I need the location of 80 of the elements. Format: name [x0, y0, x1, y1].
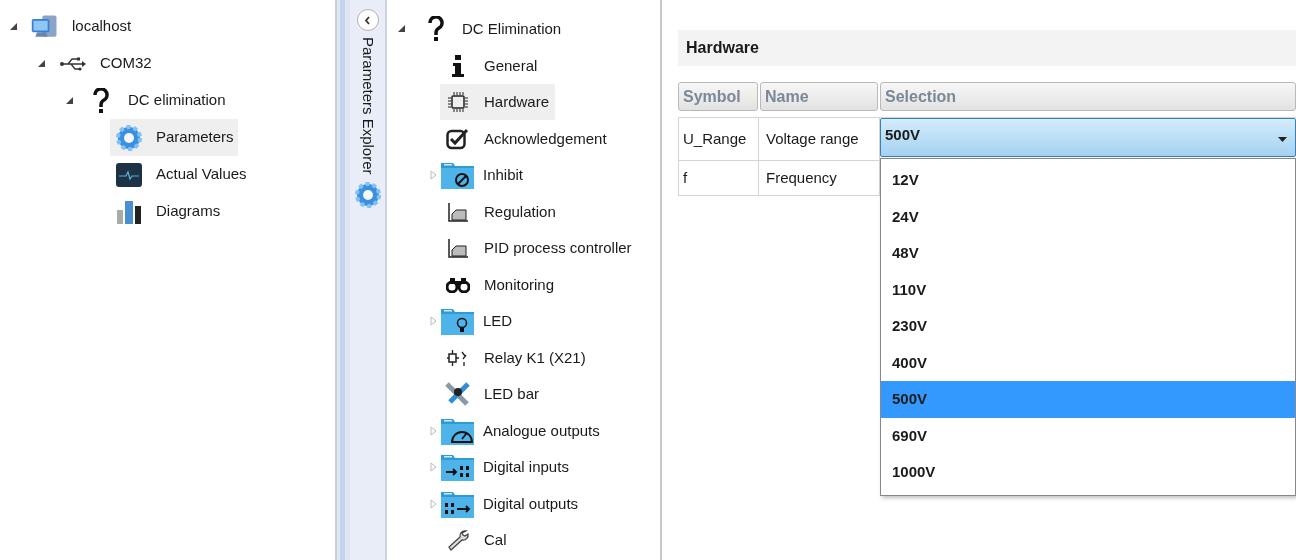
tree-item[interactable]: Actual Values — [110, 156, 251, 193]
tree-item[interactable]: Parameters — [110, 119, 238, 156]
gear-icon — [115, 123, 143, 152]
tree-item-label: Digital outputs — [483, 493, 579, 514]
tree-item-label: General — [484, 55, 538, 76]
checkbox-icon — [446, 127, 470, 150]
section-title: Hardware — [686, 38, 759, 58]
tree-item[interactable]: Cal — [440, 522, 513, 559]
collapse-arrow-icon[interactable] — [66, 96, 74, 105]
dropdown-option[interactable]: 110V — [881, 271, 1295, 308]
collapse-button[interactable] — [356, 9, 379, 31]
panel-title: Parameters Explorer — [358, 37, 378, 175]
tree-item-label: PID process controller — [484, 238, 632, 258]
binoculars-icon — [446, 276, 470, 293]
tree-item[interactable]: LED bar — [440, 376, 546, 413]
tree-item[interactable]: Acknowledgement — [440, 120, 613, 157]
tree-item-label: COM32 — [100, 53, 152, 74]
table-cell: U_Range — [678, 118, 759, 160]
dropdown-option[interactable]: 24V — [881, 198, 1295, 235]
tree-item[interactable]: General — [440, 47, 544, 84]
gear-icon — [353, 180, 382, 209]
usb-icon — [60, 56, 86, 71]
tree-item-label: Actual Values — [156, 164, 247, 185]
tree-item[interactable]: Digital inputs — [439, 449, 575, 486]
tree-item[interactable]: Hardware — [440, 84, 556, 121]
bar-chart-icon — [116, 199, 142, 224]
dropdown-option[interactable]: 500V — [881, 381, 1295, 418]
dropdown-option[interactable]: 48V — [881, 235, 1295, 272]
tree-item[interactable]: Analogue outputs — [439, 412, 606, 449]
tree-item-label: Hardware — [484, 92, 550, 112]
dropdown-option[interactable]: 230V — [881, 308, 1295, 345]
tree-item-label: Diagrams — [156, 201, 221, 222]
tree-item-label: Cal — [484, 530, 507, 550]
curve-chart-icon — [447, 201, 469, 222]
question-mark-icon — [427, 16, 445, 43]
collapse-arrow-icon[interactable] — [398, 25, 406, 34]
tree-item-label: Relay K1 (X21) — [484, 347, 586, 368]
collapse-arrow-icon[interactable] — [10, 22, 18, 31]
tree-item[interactable]: Inhibit — [439, 157, 530, 194]
wrench-icon — [446, 528, 470, 553]
table-cell: f — [678, 161, 759, 195]
info-icon — [451, 53, 465, 78]
tree-item-label: DC elimination — [128, 90, 226, 111]
dropdown-option[interactable]: 690V — [881, 417, 1295, 454]
collapse-arrow-icon[interactable] — [38, 59, 46, 68]
tree-item[interactable]: Monitoring — [440, 266, 561, 303]
folder-icon — [439, 306, 475, 337]
tree-item-label: Monitoring — [484, 274, 555, 295]
dropdown-option[interactable]: 12V — [881, 162, 1295, 199]
voltage-dropdown[interactable]: 500V — [880, 118, 1296, 157]
tools-icon — [444, 381, 472, 408]
tree-item-label: LED bar — [484, 384, 540, 404]
chevron-left-icon — [364, 15, 371, 25]
chip-icon — [447, 91, 469, 114]
question-mark-icon — [92, 87, 110, 114]
dropdown-option[interactable]: 400V — [881, 344, 1295, 381]
tree-item[interactable]: LED — [439, 303, 519, 340]
tree-item[interactable]: Diagrams — [110, 193, 225, 230]
folder-icon — [439, 160, 475, 191]
dropdown-option[interactable]: 1000V — [881, 454, 1295, 491]
dropdown-arrow-icon — [1278, 137, 1287, 142]
tree-item[interactable]: Relay K1 (X21) — [440, 339, 592, 376]
curve-chart-icon — [447, 238, 469, 259]
tree-item-label: localhost — [72, 16, 132, 37]
tree-item[interactable]: localhost — [26, 8, 136, 45]
tree-item[interactable]: PID process controller — [440, 230, 638, 267]
tree-item-label: Digital inputs — [483, 457, 569, 477]
tree-item-label[interactable]: DC Elimination — [462, 18, 562, 41]
tree-item[interactable]: COM32 — [54, 45, 156, 82]
monitor-icon — [115, 161, 143, 188]
tree-item-label: Analogue outputs — [483, 420, 600, 441]
tree-item-label: Acknowledgement — [484, 128, 607, 149]
tree-item-label: Parameters — [156, 127, 234, 148]
tree-item[interactable]: Regulation — [440, 193, 562, 230]
tree-item[interactable]: DC elimination — [82, 82, 230, 119]
tree-item-label: Inhibit — [483, 165, 524, 185]
tree-item-label: LED — [483, 311, 513, 331]
tree-item[interactable]: Digital outputs — [439, 485, 585, 522]
tree-item-label: Regulation — [484, 201, 556, 222]
folder-icon — [439, 452, 475, 483]
